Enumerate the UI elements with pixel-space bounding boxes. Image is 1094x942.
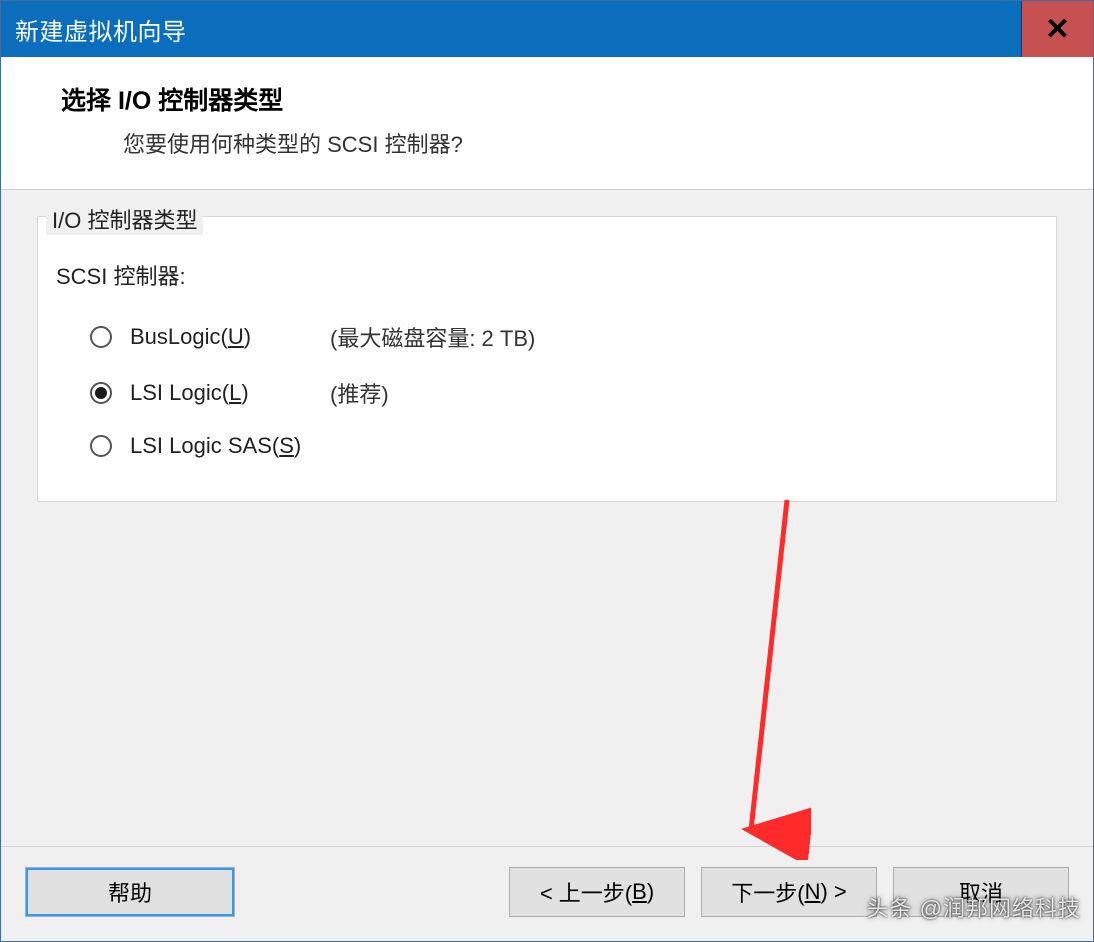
header-section: 选择 I/O 控制器类型 您要使用何种类型的 SCSI 控制器? bbox=[1, 57, 1093, 190]
radio-note-lsilogic: (推荐) bbox=[330, 377, 389, 409]
scsi-controller-label: SCSI 控制器: bbox=[38, 249, 1056, 309]
radio-row-lsilogic-sas[interactable]: LSI Logic SAS(S) bbox=[38, 421, 1056, 471]
window-title: 新建虚拟机向导 bbox=[15, 12, 187, 47]
content-area: 选择 I/O 控制器类型 您要使用何种类型的 SCSI 控制器? I/O 控制器… bbox=[1, 57, 1093, 941]
close-button[interactable]: ✕ bbox=[1021, 1, 1093, 57]
radio-label-buslogic: BusLogic(U) bbox=[130, 324, 330, 350]
page-heading: 选择 I/O 控制器类型 bbox=[61, 81, 1053, 117]
body-section: I/O 控制器类型 SCSI 控制器: BusLogic(U) (最大磁盘容量:… bbox=[1, 190, 1093, 846]
radio-lsilogic[interactable] bbox=[90, 382, 112, 404]
radio-note-buslogic: (最大磁盘容量: 2 TB) bbox=[330, 321, 535, 353]
radio-buslogic[interactable] bbox=[90, 326, 112, 348]
page-subheading: 您要使用何种类型的 SCSI 控制器? bbox=[123, 127, 1053, 159]
close-icon: ✕ bbox=[1045, 12, 1070, 47]
titlebar: 新建虚拟机向导 ✕ bbox=[1, 1, 1093, 57]
footer-bar: 帮助 < 上一步(B) 下一步(N) > 取消 bbox=[1, 846, 1093, 941]
cancel-button[interactable]: 取消 bbox=[893, 867, 1069, 917]
radio-label-lsilogic-sas: LSI Logic SAS(S) bbox=[130, 433, 301, 459]
radio-lsilogic-sas[interactable] bbox=[90, 435, 112, 457]
radio-label-lsilogic: LSI Logic(L) bbox=[130, 380, 330, 406]
wizard-window: 新建虚拟机向导 ✕ 选择 I/O 控制器类型 您要使用何种类型的 SCSI 控制… bbox=[0, 0, 1094, 942]
annotation-arrow-icon bbox=[691, 500, 811, 860]
back-button[interactable]: < 上一步(B) bbox=[509, 867, 685, 917]
radio-row-lsilogic[interactable]: LSI Logic(L) (推荐) bbox=[38, 365, 1056, 421]
radio-row-buslogic[interactable]: BusLogic(U) (最大磁盘容量: 2 TB) bbox=[38, 309, 1056, 365]
next-button[interactable]: 下一步(N) > bbox=[701, 867, 877, 917]
fieldset-legend: I/O 控制器类型 bbox=[46, 203, 203, 235]
io-controller-fieldset: I/O 控制器类型 SCSI 控制器: BusLogic(U) (最大磁盘容量:… bbox=[37, 216, 1057, 502]
help-button[interactable]: 帮助 bbox=[25, 867, 235, 917]
